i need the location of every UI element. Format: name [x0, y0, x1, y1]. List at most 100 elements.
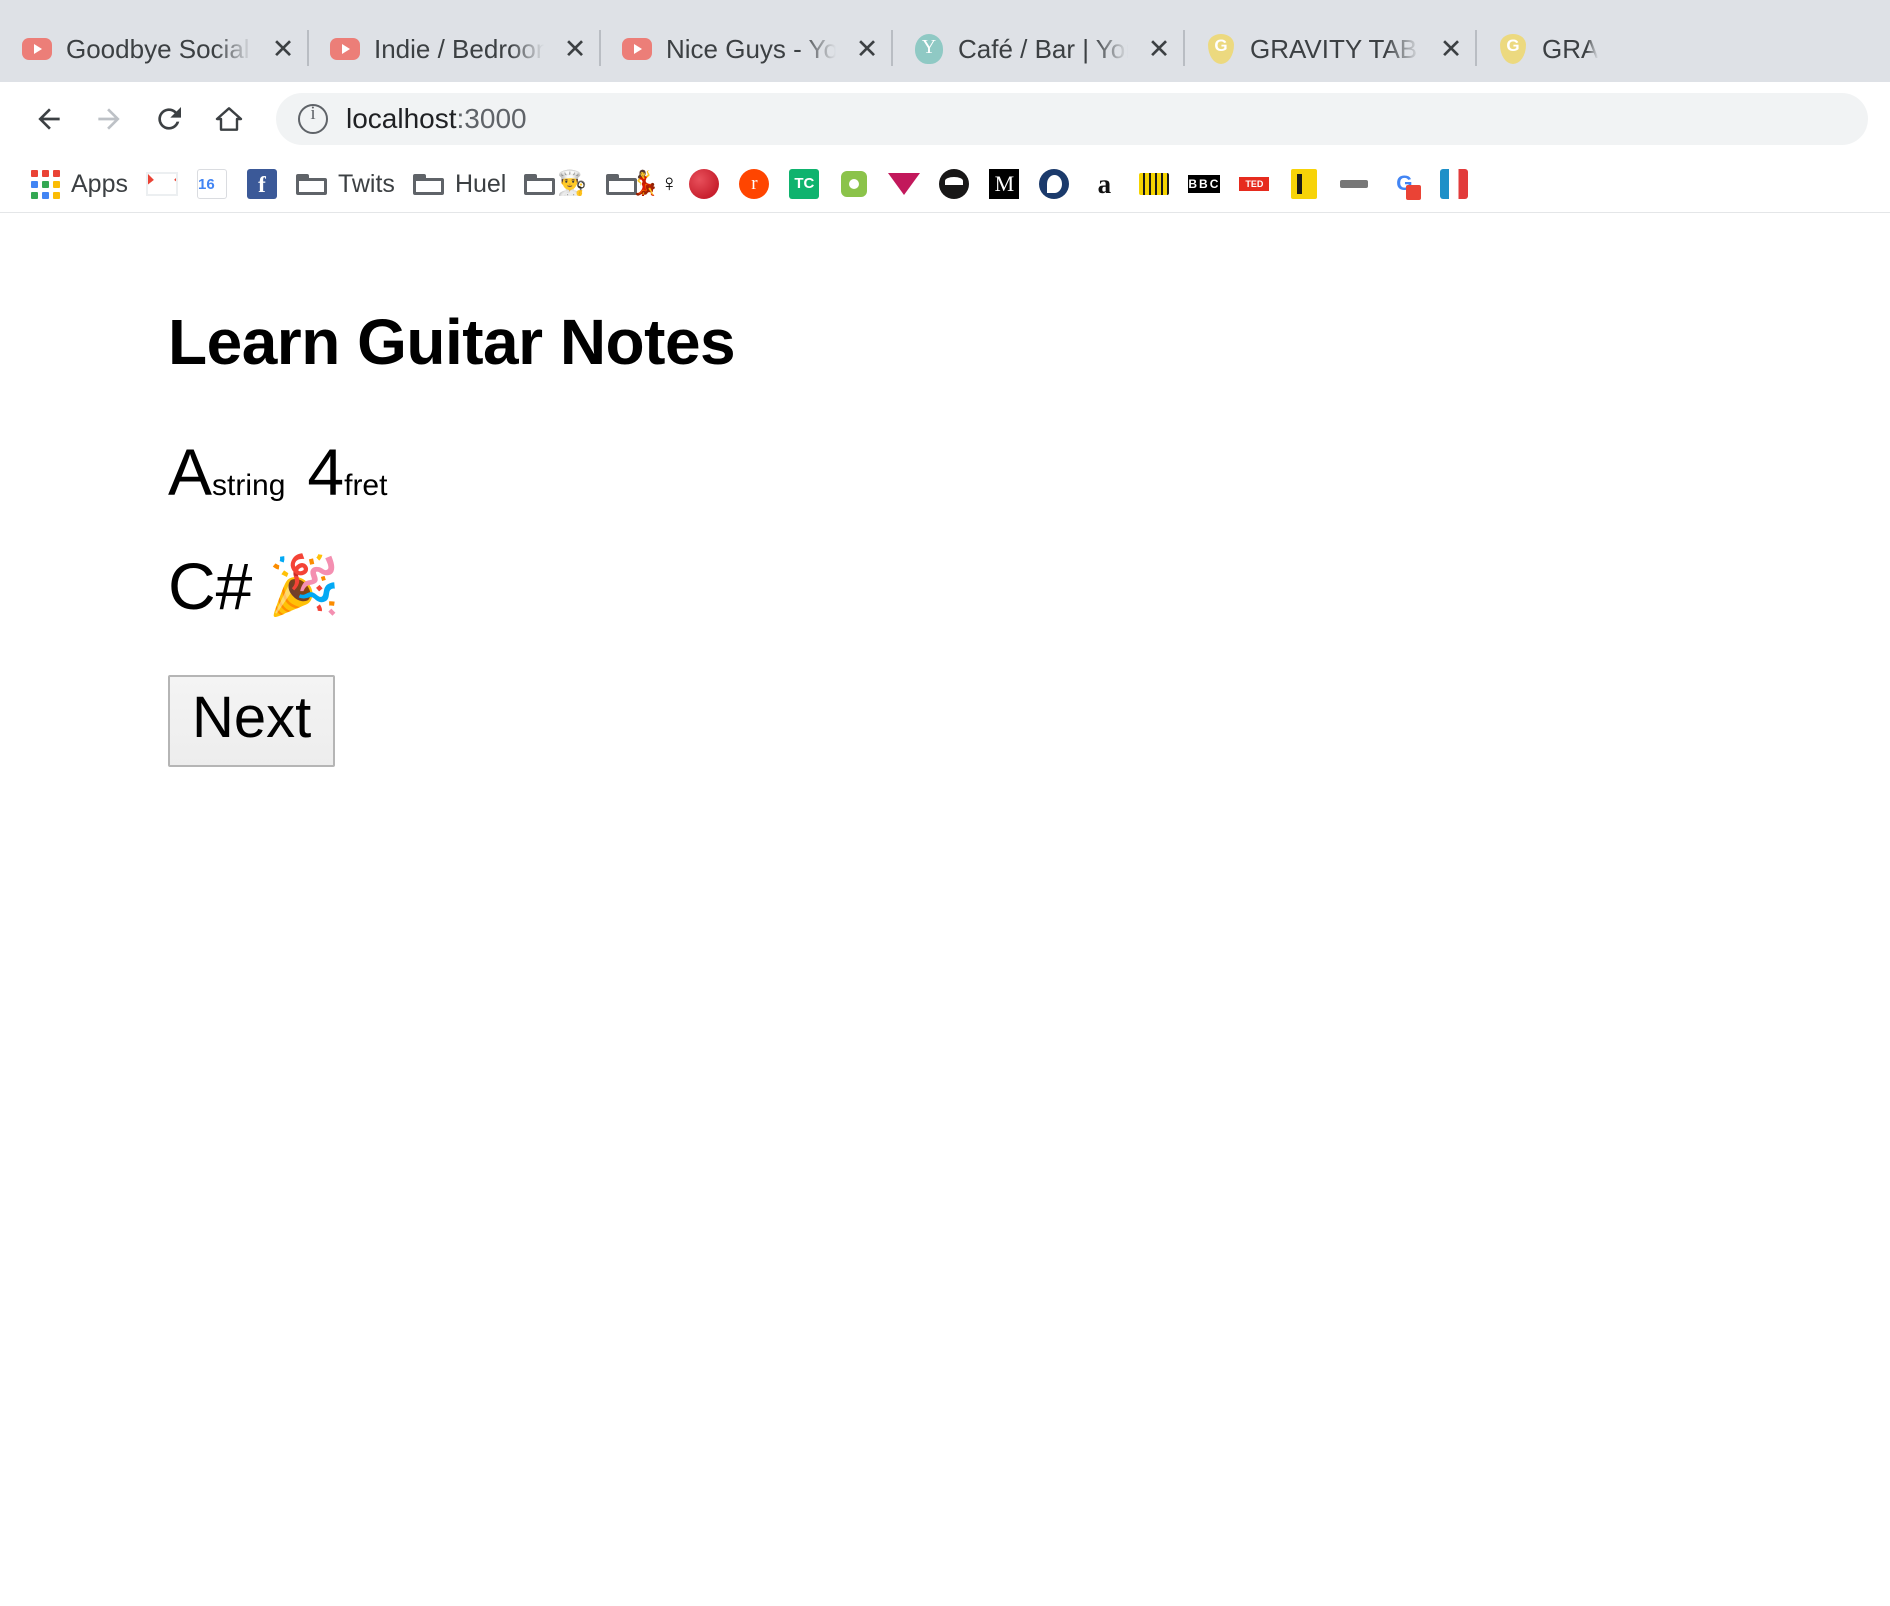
close-icon[interactable]: ✕	[850, 32, 884, 66]
bookmark-amazon[interactable]: a	[1079, 162, 1129, 206]
fret-number: 4	[307, 435, 345, 509]
string-label: string	[212, 469, 286, 502]
close-icon[interactable]: ✕	[1434, 32, 1468, 66]
browser-tab-6[interactable]: GRA	[1475, 16, 1656, 82]
facebook-icon: f	[246, 168, 278, 200]
bookmark-github[interactable]	[929, 162, 979, 206]
page-viewport: Learn Guitar Notes Astring 4 fret C# 🎉 Ne…	[0, 213, 1890, 1606]
string-note: A	[168, 435, 213, 509]
reddit-icon: r	[738, 168, 770, 200]
gravity-icon	[1206, 34, 1236, 64]
bookmark-folder-twits[interactable]: Twits	[287, 162, 404, 206]
bookmark-flag[interactable]	[1429, 162, 1479, 206]
fret-label: fret	[344, 469, 388, 502]
reload-icon[interactable]	[142, 92, 196, 146]
folder-icon	[524, 168, 556, 200]
browser-tab-2[interactable]: Indie / Bedroom / Po ✕	[307, 16, 600, 82]
bookmark-google-calendar[interactable]: 16	[187, 162, 237, 206]
tab-strip: Goodbye Social Med ✕ Indie / Bedroom / P…	[0, 0, 1890, 82]
extension-puzzle-icon	[838, 168, 870, 200]
tab-title: GRA	[1542, 33, 1599, 64]
close-icon[interactable]: ✕	[558, 32, 592, 66]
apps-grid-icon	[29, 168, 61, 200]
forward-icon	[82, 92, 136, 146]
flag-icon	[1438, 168, 1470, 200]
tab-title: GRAVITY TAB (ver 3	[1250, 33, 1420, 64]
bookmark-extension[interactable]	[829, 162, 879, 206]
youtube-icon	[622, 34, 652, 64]
bookmark-medium[interactable]: M	[979, 162, 1029, 206]
bookmark-facebook[interactable]: f	[237, 162, 287, 206]
address-bar[interactable]: localhost:3000	[276, 93, 1868, 145]
folder-icon	[295, 168, 328, 200]
home-icon[interactable]	[202, 92, 256, 146]
bbc-icon: BBC	[1188, 175, 1221, 193]
bookmark-label: Twits	[337, 169, 395, 198]
tab-title: Nice Guys - YouTub	[666, 33, 836, 64]
bookmark-folder-huel[interactable]: Huel	[404, 162, 515, 206]
yonder-icon	[914, 34, 944, 64]
chef-emoji-icon: 👨‍🍳	[557, 170, 588, 197]
bookmark-label: Apps	[71, 169, 128, 198]
browser-toolbar: localhost:3000	[0, 82, 1890, 156]
page-title: Learn Guitar Notes	[168, 306, 736, 378]
bookmark-vee[interactable]	[879, 162, 929, 206]
browser-tab-5[interactable]: GRAVITY TAB (ver 3 ✕	[1183, 16, 1476, 82]
bookmark-pinterest[interactable]	[679, 162, 729, 206]
bookmarks-bar: Apps 16 f Twits Huel 👨‍🍳 💃♀	[0, 156, 1890, 213]
github-icon	[938, 168, 970, 200]
bookmark-ted[interactable]: TED	[1229, 162, 1279, 206]
vice-icon	[1138, 168, 1170, 200]
bookmark-gmail[interactable]	[137, 162, 187, 206]
tab-title: Café / Bar | Yonder	[958, 33, 1128, 64]
back-icon[interactable]	[22, 92, 76, 146]
party-popper-icon: 🎉	[268, 553, 341, 618]
answer-line: C# 🎉	[168, 553, 1890, 619]
bookmark-folder-cooking[interactable]: 👨‍🍳	[515, 162, 597, 206]
bookmark-folder-dance[interactable]: 💃♀	[597, 162, 679, 206]
url-host: localhost	[346, 103, 457, 134]
browser-window: Goodbye Social Med ✕ Indie / Bedroom / P…	[0, 0, 1890, 1606]
next-button[interactable]: Next	[168, 675, 336, 767]
close-icon[interactable]: ✕	[266, 32, 300, 66]
question-line: Astring 4 fret	[168, 439, 1890, 505]
producthunt-icon	[1288, 168, 1320, 200]
bookmark-producthunt[interactable]	[1279, 162, 1329, 206]
google-calendar-icon: 16	[196, 168, 228, 200]
ted-icon: TED	[1238, 168, 1270, 200]
browser-tab-1[interactable]: Goodbye Social Med ✕	[0, 16, 308, 82]
medium-icon: M	[988, 168, 1020, 200]
gravity-icon	[1498, 34, 1528, 64]
pinterest-icon	[688, 168, 720, 200]
dancer-emoji-icon: 💃♀	[630, 170, 679, 197]
bookmark-apps[interactable]: Apps	[20, 162, 137, 206]
app-root: Learn Guitar Notes Astring 4 fret C# 🎉 Ne…	[0, 213, 1890, 767]
economist-icon	[1038, 168, 1070, 200]
bookmark-google-translate[interactable]: G	[1379, 162, 1429, 206]
tab-title: Goodbye Social Med	[66, 33, 252, 64]
browser-tab-3[interactable]: Nice Guys - YouTub ✕	[599, 16, 892, 82]
bookmark-grey[interactable]	[1329, 162, 1379, 206]
bookmark-reddit[interactable]: r	[729, 162, 779, 206]
answer-note: C#	[168, 549, 253, 623]
amazon-icon: a	[1097, 168, 1112, 199]
bookmark-techcrunch[interactable]: TC	[779, 162, 829, 206]
bookmark-vice[interactable]	[1129, 162, 1179, 206]
url-port: :3000	[456, 103, 527, 134]
youtube-icon	[22, 34, 52, 64]
folder-icon	[412, 168, 445, 200]
tab-title: Indie / Bedroom / Po	[374, 33, 544, 64]
calendar-day-number: 16	[197, 176, 215, 193]
youtube-icon	[330, 34, 360, 64]
browser-tab-4[interactable]: Café / Bar | Yonder ✕	[891, 16, 1184, 82]
bookmark-label: Huel	[454, 169, 507, 198]
bookmark-bbc[interactable]: BBC	[1179, 162, 1229, 206]
site-info-icon[interactable]	[298, 103, 328, 134]
close-icon[interactable]: ✕	[1142, 32, 1176, 66]
google-translate-icon: G	[1388, 168, 1422, 200]
grey-bar-icon	[1338, 168, 1370, 200]
bookmark-economist[interactable]	[1029, 162, 1079, 206]
techcrunch-icon: TC	[788, 168, 820, 200]
vee-icon	[888, 168, 921, 200]
url-text: localhost:3000	[346, 103, 527, 135]
